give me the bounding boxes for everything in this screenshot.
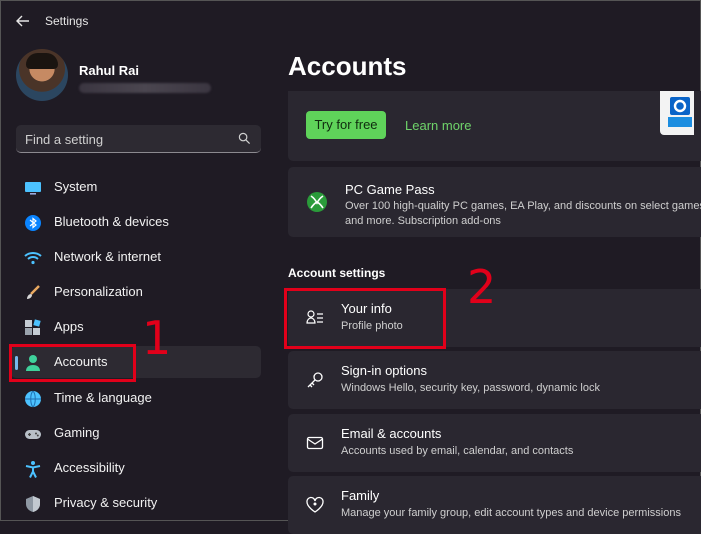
row-subtitle: Windows Hello, security key, password, d… bbox=[341, 382, 600, 394]
search-placeholder: Find a setting bbox=[25, 132, 104, 147]
user-email-redacted bbox=[79, 83, 211, 93]
row-title: Email & accounts bbox=[341, 426, 442, 441]
highlight-box-your-info bbox=[284, 288, 446, 349]
key-icon bbox=[307, 372, 323, 388]
bluetooth-icon bbox=[25, 215, 41, 231]
wifi-icon bbox=[24, 252, 42, 265]
sidebar-item-label: Time & language bbox=[54, 390, 152, 405]
sidebar-item-accessibility[interactable]: Accessibility bbox=[11, 452, 261, 484]
sidebar-item-label: Personalization bbox=[54, 284, 143, 299]
row-title: Family bbox=[341, 488, 380, 503]
sidebar: Rahul Rai Find a setting System Bluetoot… bbox=[1, 41, 276, 521]
step-number-1: 1 bbox=[142, 311, 172, 365]
promo-card: Try for free Learn more bbox=[288, 91, 701, 161]
search-icon[interactable] bbox=[238, 132, 251, 145]
window-title: Settings bbox=[45, 14, 89, 28]
game-pass-title: PC Game Pass bbox=[345, 182, 435, 197]
sidebar-item-label: System bbox=[54, 179, 98, 194]
back-arrow-icon[interactable] bbox=[15, 13, 31, 29]
email-accounts-row[interactable]: Email & accounts Accounts used by email,… bbox=[288, 414, 701, 472]
outlook-icon bbox=[660, 91, 694, 135]
search-input[interactable]: Find a setting bbox=[16, 125, 261, 153]
sidebar-item-gaming[interactable]: Gaming bbox=[11, 417, 261, 449]
sidebar-item-apps[interactable]: Apps bbox=[11, 311, 261, 343]
globe-clock-icon bbox=[25, 390, 41, 408]
sidebar-item-label: Privacy & security bbox=[54, 495, 158, 510]
sidebar-item-label: Gaming bbox=[54, 425, 100, 440]
row-title: Sign-in options bbox=[341, 363, 427, 378]
sidebar-item-network[interactable]: Network & internet bbox=[11, 241, 261, 273]
try-for-free-button[interactable]: Try for free bbox=[306, 111, 386, 139]
family-row[interactable]: Family Manage your family group, edit ac… bbox=[288, 476, 701, 534]
mail-icon bbox=[306, 436, 324, 450]
brush-icon bbox=[27, 285, 40, 299]
sidebar-item-label: Apps bbox=[54, 319, 84, 334]
step-number-2: 2 bbox=[467, 260, 497, 314]
sidebar-item-label: Bluetooth & devices bbox=[54, 214, 169, 229]
sidebar-item-time-language[interactable]: Time & language bbox=[11, 382, 261, 414]
game-pass-description: Over 100 high-quality PC games, EA Play,… bbox=[345, 200, 701, 227]
sidebar-item-bluetooth[interactable]: Bluetooth & devices bbox=[11, 206, 261, 238]
title-bar: Settings bbox=[1, 1, 700, 41]
sign-in-options-row[interactable]: Sign-in options Windows Hello, security … bbox=[288, 351, 701, 409]
page-title: Accounts bbox=[288, 51, 407, 81]
row-subtitle: Accounts used by email, calendar, and co… bbox=[341, 445, 574, 457]
gamepad-icon bbox=[25, 430, 41, 439]
shield-icon bbox=[26, 496, 40, 512]
sidebar-item-privacy-security[interactable]: Privacy & security bbox=[11, 487, 261, 519]
learn-more-link[interactable]: Learn more bbox=[405, 118, 471, 133]
accessibility-icon bbox=[25, 461, 41, 478]
highlight-box-accounts bbox=[9, 344, 136, 382]
section-heading: Account settings bbox=[288, 266, 386, 280]
row-subtitle: Manage your family group, edit account t… bbox=[341, 507, 681, 519]
apps-icon bbox=[25, 319, 41, 335]
heart-people-icon bbox=[306, 496, 324, 513]
sidebar-item-personalization[interactable]: Personalization bbox=[11, 276, 261, 308]
sidebar-item-label: Accessibility bbox=[54, 460, 125, 475]
sidebar-item-label: Network & internet bbox=[54, 249, 161, 264]
sidebar-item-system[interactable]: System bbox=[11, 171, 261, 203]
monitor-icon bbox=[25, 182, 41, 195]
user-name: Rahul Rai bbox=[79, 63, 139, 78]
avatar[interactable] bbox=[16, 49, 68, 101]
pc-game-pass-card[interactable]: PC Game Pass Over 100 high-quality PC ga… bbox=[288, 167, 701, 237]
xbox-icon bbox=[307, 192, 327, 212]
